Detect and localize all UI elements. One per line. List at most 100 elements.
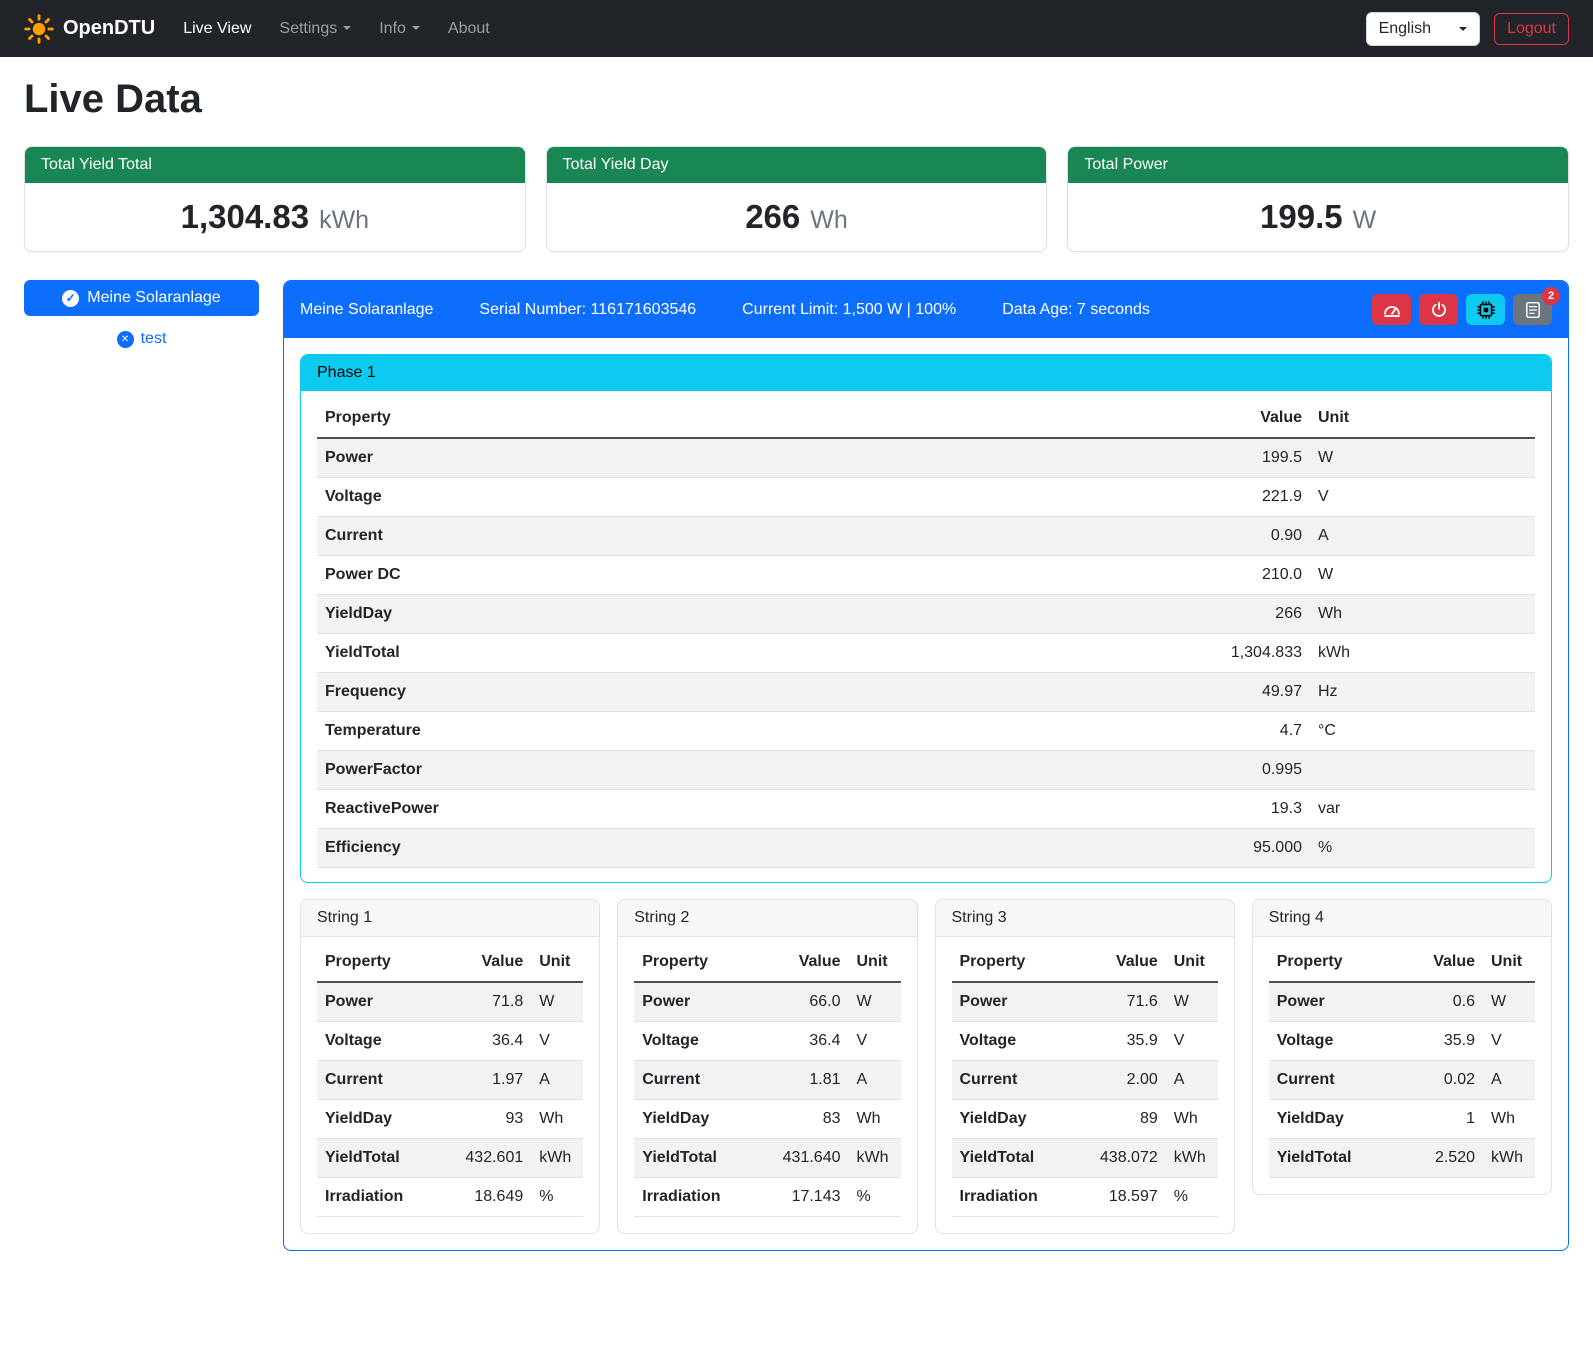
value-cell: 2.00 [1072, 1061, 1166, 1100]
value-cell: 1,304.833 [911, 634, 1310, 673]
value-cell: 36.4 [754, 1022, 848, 1061]
sidebar-item-label: test [141, 330, 167, 348]
table-row: Voltage35.9V [1269, 1022, 1535, 1061]
table-row: YieldDay83Wh [634, 1100, 900, 1139]
value-cell: 0.6 [1400, 982, 1483, 1022]
power-button[interactable] [1419, 294, 1458, 325]
nav-links: Live View Settings Info About [169, 12, 504, 46]
summary-card-total-yield-total: Total Yield Total 1,304.83 kWh [24, 146, 526, 252]
cpu-icon [1476, 300, 1496, 320]
value-cell: 95.000 [911, 829, 1310, 868]
unit-cell: Hz [1310, 673, 1535, 712]
chevron-down-icon [343, 26, 351, 30]
column-header-unit: Unit [1483, 943, 1535, 982]
property-cell: YieldTotal [317, 1139, 437, 1178]
nav-item-about[interactable]: About [434, 12, 504, 46]
property-cell: Current [952, 1061, 1072, 1100]
value-cell: 49.97 [911, 673, 1310, 712]
column-header-property: Property [634, 943, 754, 982]
table-header-row: Property Value Unit [634, 943, 900, 982]
unit-cell: kWh [849, 1139, 901, 1178]
phase-table: Property Value Unit Power199.5WVoltage22… [317, 399, 1535, 868]
table-row: Power199.5W [317, 438, 1535, 478]
table-row: ReactivePower19.3var [317, 790, 1535, 829]
property-cell: Irradiation [952, 1178, 1072, 1217]
nav-item-live-view[interactable]: Live View [169, 12, 265, 46]
value-cell: 2.520 [1400, 1139, 1483, 1178]
device-info-button[interactable] [1466, 294, 1505, 325]
table-row: YieldTotal1,304.833kWh [317, 634, 1535, 673]
unit-cell: W [1310, 438, 1535, 478]
unit-cell: % [531, 1178, 583, 1217]
property-cell: YieldTotal [952, 1139, 1072, 1178]
string-card-title: String 3 [936, 900, 1234, 937]
table-header-row: Property Value Unit [317, 943, 583, 982]
property-cell: Temperature [317, 712, 911, 751]
brand[interactable]: OpenDTU [24, 14, 155, 44]
value-cell: 1.81 [754, 1061, 848, 1100]
nav-item-info-label: Info [379, 20, 406, 37]
value-cell: 0.02 [1400, 1061, 1483, 1100]
summary-card-value: 199.5 [1260, 198, 1343, 236]
table-row: YieldTotal431.640kWh [634, 1139, 900, 1178]
strings-grid: String 1 Property Value Unit [300, 899, 1552, 1234]
page-container: Live Data Total Yield Total 1,304.83 kWh… [0, 57, 1593, 1277]
string-table: Property Value Unit Power71.8WVoltage36.… [317, 943, 583, 1217]
property-cell: Voltage [952, 1022, 1072, 1061]
nav-item-settings[interactable]: Settings [265, 12, 365, 46]
value-cell: 0.90 [911, 517, 1310, 556]
unit-cell: Wh [531, 1100, 583, 1139]
phase-title: Phase 1 [301, 355, 1551, 391]
string-card-title: String 4 [1253, 900, 1551, 937]
unit-cell: W [531, 982, 583, 1022]
table-header-row: Property Value Unit [317, 399, 1535, 438]
column-header-value: Value [754, 943, 848, 982]
property-cell: Voltage [317, 1022, 437, 1061]
unit-cell: kWh [1166, 1139, 1218, 1178]
string-card-title: String 1 [301, 900, 599, 937]
value-cell: 83 [754, 1100, 848, 1139]
table-row: Power66.0W [634, 982, 900, 1022]
unit-cell: var [1310, 790, 1535, 829]
language-select[interactable]: English [1366, 12, 1480, 46]
sun-icon [24, 14, 54, 44]
property-cell: YieldTotal [1269, 1139, 1400, 1178]
brand-label: OpenDTU [63, 17, 155, 40]
property-cell: Voltage [1269, 1022, 1400, 1061]
unit-cell: V [1310, 478, 1535, 517]
property-cell: Current [634, 1061, 754, 1100]
summary-card-title: Total Yield Day [547, 147, 1047, 183]
inverter-panel-header: Meine Solaranlage Serial Number: 1161716… [284, 281, 1568, 338]
value-cell: 438.072 [1072, 1139, 1166, 1178]
phase-panel: Phase 1 Property Value Unit Power199.5WV… [300, 354, 1552, 883]
value-cell: 1.97 [437, 1061, 531, 1100]
nav-item-info[interactable]: Info [365, 12, 434, 46]
logout-button[interactable]: Logout [1494, 13, 1569, 45]
unit-cell: W [1483, 982, 1535, 1022]
unit-cell: W [1166, 982, 1218, 1022]
value-cell: 93 [437, 1100, 531, 1139]
property-cell: Power [952, 982, 1072, 1022]
table-row: Power0.6W [1269, 982, 1535, 1022]
sidebar-item-meine-solaranlage[interactable]: Meine Solaranlage [24, 280, 259, 316]
property-cell: YieldDay [1269, 1100, 1400, 1139]
property-cell: Power [1269, 982, 1400, 1022]
value-cell: 35.9 [1072, 1022, 1166, 1061]
property-cell: Current [1269, 1061, 1400, 1100]
summary-card-title: Total Power [1068, 147, 1568, 183]
value-cell: 4.7 [911, 712, 1310, 751]
table-row: Current2.00A [952, 1061, 1218, 1100]
table-row: Irradiation18.649% [317, 1178, 583, 1217]
events-count-badge: 2 [1542, 287, 1560, 305]
summary-card-total-power: Total Power 199.5 W [1067, 146, 1569, 252]
navbar-right: English Logout [1366, 12, 1569, 46]
limit-settings-button[interactable] [1372, 294, 1411, 325]
x-circle-icon [117, 331, 134, 348]
table-row: Voltage36.4V [634, 1022, 900, 1061]
unit-cell: A [849, 1061, 901, 1100]
value-cell: 18.649 [437, 1178, 531, 1217]
events-button[interactable]: 2 [1513, 294, 1552, 325]
table-row: Power71.8W [317, 982, 583, 1022]
sidebar-item-test[interactable]: test [24, 330, 259, 348]
chevron-down-icon [412, 26, 420, 30]
